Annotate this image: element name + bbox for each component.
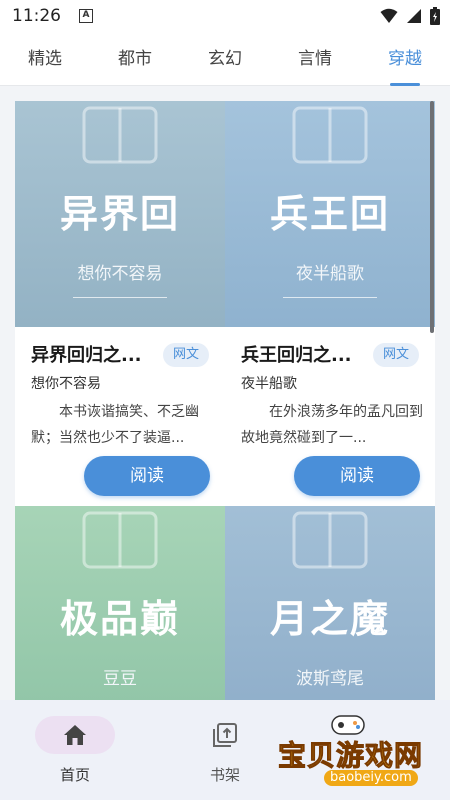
read-button[interactable]: 阅读 [84,456,210,496]
bookshelf-icon[interactable] [212,722,238,748]
home-icon[interactable] [63,724,87,746]
book-description: 在外浪荡多年的孟凡回到故地竟然碰到了一... [241,404,423,446]
book-icon [292,106,368,164]
nav-home-label[interactable]: 首页 [0,764,150,785]
category-tab-bar: 精选 都市 玄幻 言情 穿越 [0,32,450,86]
tab-jingxuan[interactable]: 精选 [10,32,80,86]
book-card[interactable]: 兵王回 夜半船歌 兵王回归之... 网文 夜半船歌 在外浪荡多年的孟凡回到故地竟… [225,101,435,506]
cover-author: 夜半船歌 [296,264,364,284]
book-icon [292,511,368,569]
cover-title: 月之魔 [269,597,390,641]
read-button[interactable]: 阅读 [294,456,420,496]
watermark-logo: 宝贝游戏网 baobeiy.com [276,712,446,792]
cover-divider [73,297,167,298]
book-cover[interactable]: 月之魔 波斯鸢尾 [225,506,435,701]
status-time: 11:26 [12,6,61,26]
book-author: 夜半船歌 [241,376,297,392]
book-author: 想你不容易 [31,376,101,392]
cover-author: 豆豆 [103,669,137,689]
notification-icon: A [79,9,93,23]
book-card[interactable]: 极品巅 豆豆 [15,506,225,701]
tab-dushi[interactable]: 都市 [100,32,170,86]
signal-icon [407,9,421,23]
book-cover[interactable]: 异界回 想你不容易 [15,101,225,327]
wifi-icon [380,8,398,23]
book-title[interactable]: 异界回归之... [31,341,142,367]
book-title[interactable]: 兵王回归之... [241,341,352,367]
genre-tag: 网文 [373,343,419,367]
scrollbar[interactable] [430,101,434,333]
book-card[interactable]: 月之魔 波斯鸢尾 [225,506,435,701]
cover-divider [283,297,377,298]
genre-tag: 网文 [163,343,209,367]
book-list[interactable]: 异界回 想你不容易 异界回归之... 网文 想你不容易 本书诙谐搞笑、不乏幽默；… [15,101,435,701]
book-card[interactable]: 异界回 想你不容易 异界回归之... 网文 想你不容易 本书诙谐搞笑、不乏幽默；… [15,101,225,506]
watermark-url: baobeiy.com [324,770,418,786]
book-info: 异界回归之... 网文 想你不容易 本书诙谐搞笑、不乏幽默；当然也少不了装逼..… [15,327,225,506]
book-cover[interactable]: 极品巅 豆豆 [15,506,225,701]
book-info: 兵王回归之... 网文 夜半船歌 在外浪荡多年的孟凡回到故地竟然碰到了一... … [225,327,435,506]
tab-chuanyue[interactable]: 穿越 [370,32,440,86]
watermark-text: 宝贝游戏网 [277,739,424,773]
book-description: 本书诙谐搞笑、不乏幽默；当然也少不了装逼... [31,404,199,446]
book-icon [82,106,158,164]
cover-author: 波斯鸢尾 [296,669,364,689]
tab-xuanhuan[interactable]: 玄幻 [190,32,260,86]
cover-author: 想你不容易 [77,264,163,284]
tab-yanqing[interactable]: 言情 [280,32,350,86]
cover-title: 兵王回 [269,192,390,236]
book-cover[interactable]: 兵王回 夜半船歌 [225,101,435,327]
book-icon [82,511,158,569]
cover-title: 极品巅 [59,597,180,641]
cover-title: 异界回 [59,192,180,236]
battery-icon [430,7,440,25]
status-bar: 11:26 A [0,0,450,32]
